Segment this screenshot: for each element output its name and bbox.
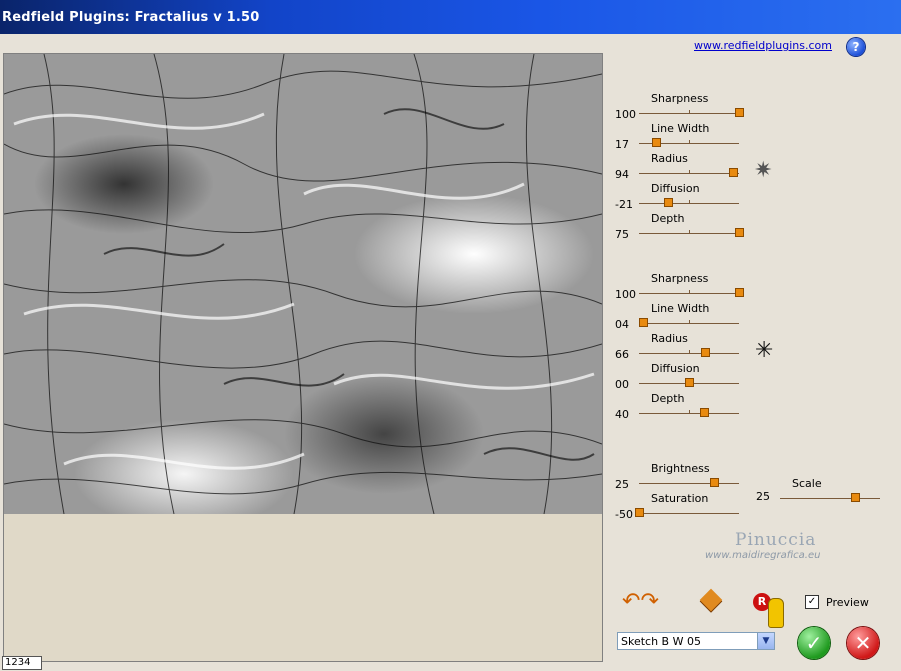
slider-label: Depth xyxy=(651,212,685,225)
slider-thumb[interactable] xyxy=(735,228,744,237)
slider-sharpness[interactable]: Sharpness 100 xyxy=(615,272,757,302)
slider-value: 17 xyxy=(615,138,629,151)
slider-label: Saturation xyxy=(651,492,709,505)
slider-label: Brightness xyxy=(651,462,710,475)
slider-label: Diffusion xyxy=(651,182,700,195)
slider-depth[interactable]: Depth 75 xyxy=(615,212,757,242)
slider-center-tick xyxy=(689,200,690,203)
redfield-website-link[interactable]: www.redfieldplugins.com xyxy=(694,39,832,52)
slider-center-tick xyxy=(689,110,690,113)
pointer-hand-icon xyxy=(768,598,784,628)
slider-thumb[interactable] xyxy=(729,168,738,177)
slider-value: -21 xyxy=(615,198,633,211)
slider-center-tick xyxy=(689,140,690,143)
undo-redo-icons: ↶↷ xyxy=(622,589,659,614)
preset-select[interactable]: Sketch B W 05 ▼ xyxy=(617,632,775,650)
slider-center-tick xyxy=(689,320,690,323)
help-icon[interactable]: ? xyxy=(847,38,865,56)
slider-value: 25 xyxy=(756,490,770,503)
saturation-slider[interactable]: Saturation -50 xyxy=(615,492,757,522)
slider-label: Radius xyxy=(651,152,688,165)
slider-thumb[interactable] xyxy=(635,508,644,517)
slider-label: Sharpness xyxy=(651,92,709,105)
burst-icon-sharp: ✳ xyxy=(755,338,774,363)
slider-track[interactable] xyxy=(639,293,739,294)
slider-track[interactable] xyxy=(639,413,739,414)
slider-value: 00 xyxy=(615,378,629,391)
scale-slider[interactable]: Scale 25 xyxy=(756,477,898,507)
redo-icon[interactable]: ↷ xyxy=(640,589,658,614)
slider-value: 100 xyxy=(615,108,636,121)
slider-track[interactable] xyxy=(639,513,739,514)
slider-depth[interactable]: Depth 40 xyxy=(615,392,757,422)
random-dice-icon[interactable] xyxy=(699,588,723,612)
burst-icon-soft: ✷ xyxy=(754,158,773,183)
title-bar: Redfield Plugins: Fractalius v 1.50 xyxy=(0,0,901,34)
slider-track[interactable] xyxy=(639,173,739,174)
slider-thumb[interactable] xyxy=(639,318,648,327)
brightness-slider[interactable]: Brightness 25 xyxy=(615,462,757,492)
watermark-url: www.maidiregrafica.eu xyxy=(705,550,821,561)
preview-label: Preview xyxy=(826,596,869,609)
slider-diffusion[interactable]: Diffusion 00 xyxy=(615,362,757,392)
slider-radius[interactable]: Radius 66 xyxy=(615,332,757,362)
slider-value: 40 xyxy=(615,408,629,421)
slider-thumb[interactable] xyxy=(851,493,860,502)
slider-track[interactable] xyxy=(639,323,739,324)
slider-label: Line Width xyxy=(651,302,710,315)
slider-thumb[interactable] xyxy=(735,108,744,117)
slider-thumb[interactable] xyxy=(710,478,719,487)
slider-thumb[interactable] xyxy=(735,288,744,297)
slider-thumb[interactable] xyxy=(652,138,661,147)
slider-label: Scale xyxy=(792,477,822,490)
slider-label: Line Width xyxy=(651,122,710,135)
slider-value: 94 xyxy=(615,168,629,181)
slider-sharpness[interactable]: Sharpness 100 xyxy=(615,92,757,122)
slider-value: 04 xyxy=(615,318,629,331)
chevron-down-icon[interactable]: ▼ xyxy=(757,633,774,649)
ok-button[interactable]: ✓ xyxy=(798,627,830,659)
slider-value: 100 xyxy=(615,288,636,301)
slider-center-tick xyxy=(689,230,690,233)
slider-label: Sharpness xyxy=(651,272,709,285)
slider-track[interactable] xyxy=(639,203,739,204)
slider-track[interactable] xyxy=(780,498,880,499)
slider-track[interactable] xyxy=(639,113,739,114)
slider-value: 75 xyxy=(615,228,629,241)
slider-label: Diffusion xyxy=(651,362,700,375)
status-field[interactable]: 1234 xyxy=(2,656,42,670)
slider-track[interactable] xyxy=(639,233,739,234)
slider-value: 25 xyxy=(615,478,629,491)
fractal-preview xyxy=(4,54,602,514)
slider-line-width[interactable]: Line Width 17 xyxy=(615,122,757,152)
watermark-title: Pinuccia xyxy=(735,530,817,550)
preview-image xyxy=(4,54,602,514)
slider-center-tick xyxy=(689,410,690,413)
slider-line-width[interactable]: Line Width 04 xyxy=(615,302,757,332)
slider-diffusion[interactable]: Diffusion -21 xyxy=(615,182,757,212)
slider-radius[interactable]: Radius 94 xyxy=(615,152,757,182)
window-title: Redfield Plugins: Fractalius v 1.50 xyxy=(2,10,260,25)
preview-checkbox[interactable]: ✓ xyxy=(805,595,819,609)
slider-center-tick xyxy=(689,290,690,293)
slider-track[interactable] xyxy=(639,483,739,484)
undo-icon[interactable]: ↶ xyxy=(622,589,640,614)
slider-label: Depth xyxy=(651,392,685,405)
slider-center-tick xyxy=(689,350,690,353)
slider-center-tick xyxy=(689,170,690,173)
slider-value: 66 xyxy=(615,348,629,361)
slider-thumb[interactable] xyxy=(685,378,694,387)
preview-panel xyxy=(3,53,603,662)
slider-track[interactable] xyxy=(639,353,739,354)
slider-thumb[interactable] xyxy=(700,408,709,417)
slider-thumb[interactable] xyxy=(664,198,673,207)
preset-value: Sketch B W 05 xyxy=(621,635,701,648)
slider-label: Radius xyxy=(651,332,688,345)
slider-thumb[interactable] xyxy=(701,348,710,357)
cancel-button[interactable]: ✕ xyxy=(847,627,879,659)
